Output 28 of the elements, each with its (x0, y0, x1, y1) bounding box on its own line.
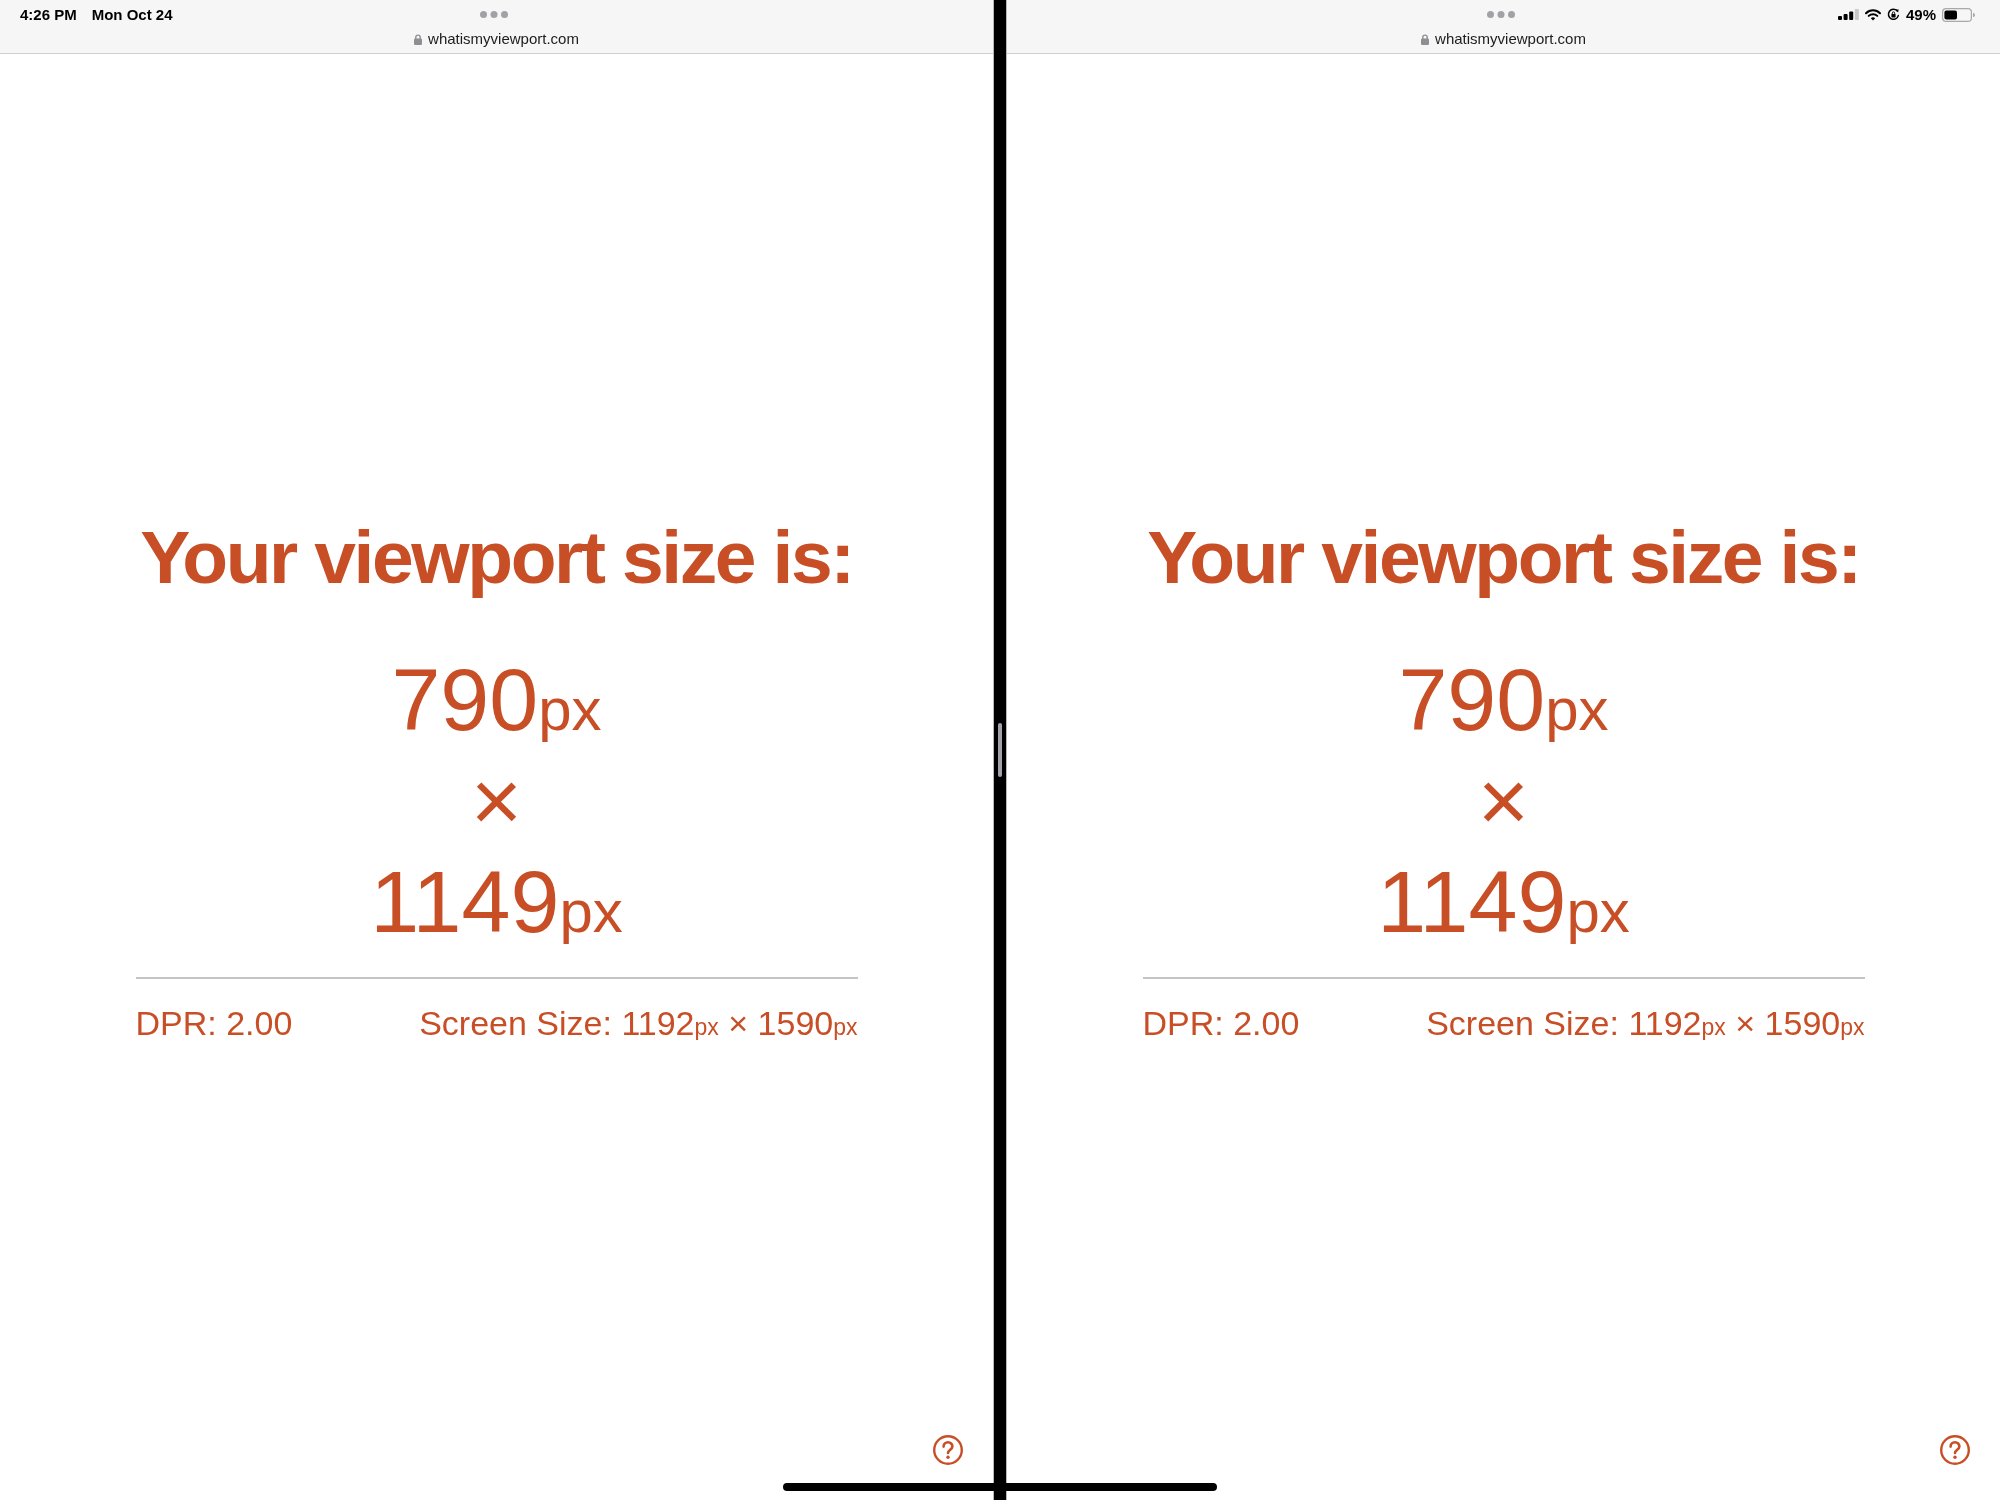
multiply-sign: × (470, 750, 523, 851)
viewport-width-text: 790px (391, 649, 602, 750)
three-dots-icon[interactable] (480, 11, 508, 18)
viewport-height-text: 1149px (1377, 851, 1630, 952)
signal-bars-icon (1837, 9, 1859, 20)
viewport-height-text: 1149px (370, 851, 623, 952)
lock-icon (1421, 33, 1430, 45)
screen-size-text: Screen Size: 1192px × 1590px (419, 1003, 858, 1043)
divider-handle[interactable] (998, 723, 1002, 777)
battery-icon (1942, 7, 1975, 22)
url-text[interactable]: whatismyviewport.com (428, 30, 579, 48)
dpr-text: DPR: 2.00 (1142, 1003, 1300, 1043)
viewport-heading: Your viewport size is: (1147, 514, 1860, 601)
time-text: 4:26 PM (20, 5, 77, 24)
help-icon[interactable] (1940, 1435, 1970, 1465)
wifi-icon (1864, 8, 1881, 21)
date-text: Mon Oct 24 (91, 5, 173, 24)
lock-icon (414, 33, 423, 45)
three-dots-icon[interactable] (1487, 11, 1515, 18)
battery-percent-text: 49% (1905, 5, 1936, 24)
viewport-width-text: 790px (1398, 649, 1609, 750)
url-text[interactable]: whatismyviewport.com (1435, 30, 1586, 48)
viewport-heading: Your viewport size is: (140, 514, 853, 601)
screen-size-text: Screen Size: 1192px × 1590px (1426, 1003, 1865, 1043)
multiply-sign: × (1477, 750, 1530, 851)
rotation-lock-icon (1886, 8, 1900, 21)
help-icon[interactable] (933, 1435, 963, 1465)
dpr-text: DPR: 2.00 (135, 1003, 293, 1043)
